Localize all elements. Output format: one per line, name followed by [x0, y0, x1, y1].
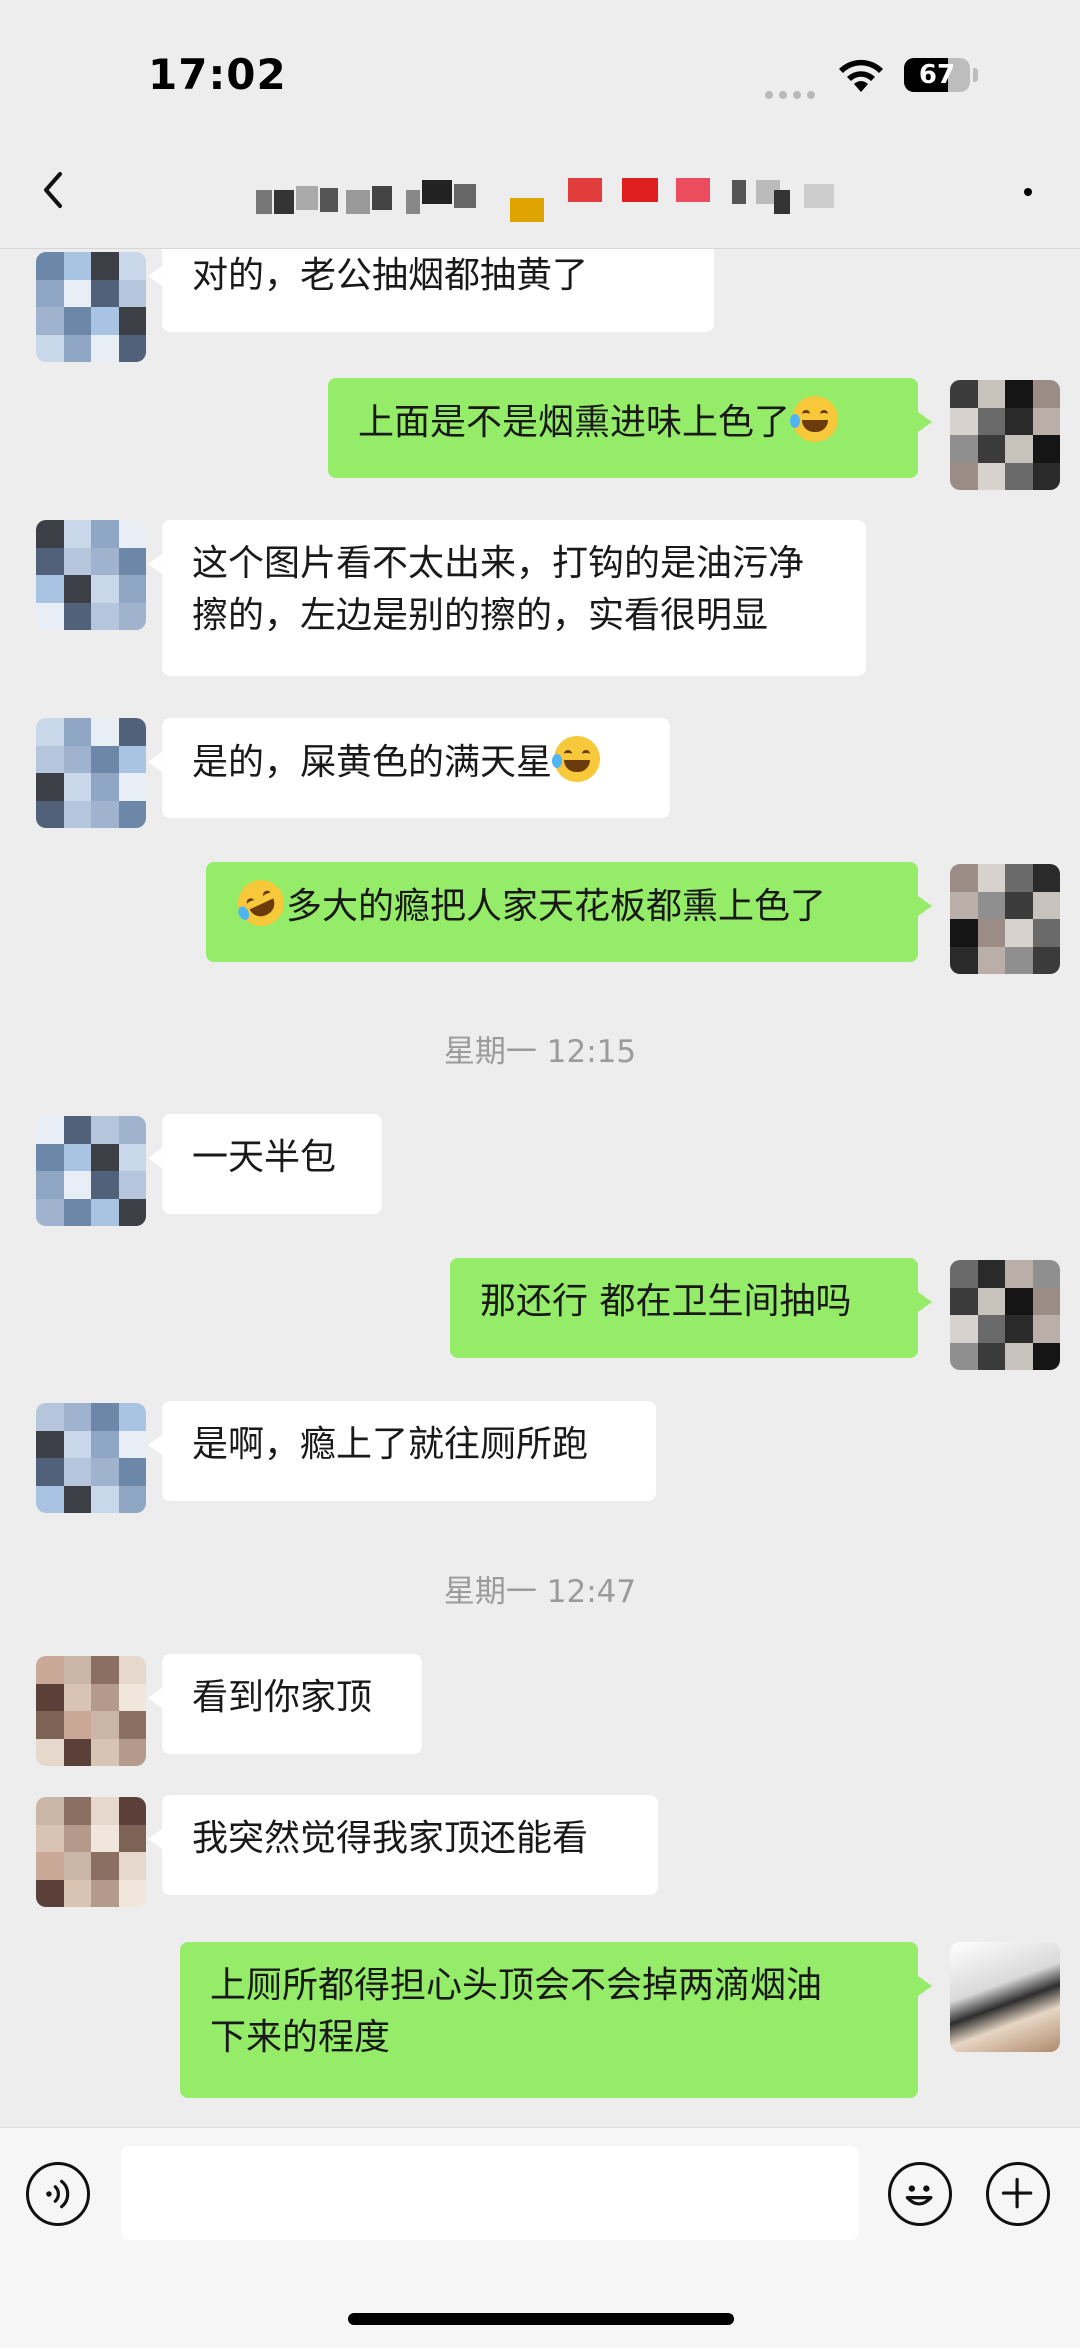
joy-emoji-icon	[790, 396, 839, 442]
avatar[interactable]	[950, 864, 1060, 974]
message-bubble[interactable]: 是的，屎黄色的满天星	[148, 718, 670, 818]
message-text: 上厕所都得担心头顶会不会掉两滴烟油 下来的程度	[210, 1965, 823, 2058]
message-text: 我突然觉得我家顶还能看	[192, 1818, 589, 1859]
wifi-icon	[839, 59, 883, 92]
message-text: 这个图片看不太出来，打钩的是油污净 擦的，左边是别的擦的，实看很明显	[192, 543, 805, 636]
message-bubble[interactable]: 多大的瘾把人家天花板都熏上色了	[206, 862, 932, 962]
message-text: 对的，老公抽烟都抽黄了	[192, 255, 589, 296]
plus-icon[interactable]	[986, 2162, 1050, 2226]
title-pixel-block	[372, 186, 392, 210]
cellular-signal-icon	[765, 84, 821, 103]
title-pixel-block	[454, 184, 476, 208]
title-pixel-block	[256, 190, 272, 214]
title-pixel-block	[568, 178, 602, 202]
status-time: 17:02	[148, 50, 287, 99]
title-pixel-block	[804, 184, 834, 208]
time-divider: 星期一 12:15	[443, 1034, 637, 1070]
title-pixel-block	[422, 180, 452, 204]
emoji-icon[interactable]	[888, 2162, 952, 2226]
avatar[interactable]	[950, 1260, 1060, 1370]
battery-icon: 67	[904, 58, 970, 92]
avatar[interactable]	[950, 380, 1060, 490]
message-bubble[interactable]: 一天半包	[148, 1114, 382, 1214]
message-bubble[interactable]: 这个图片看不太出来，打钩的是油污净 擦的，左边是别的擦的，实看很明显	[148, 520, 866, 676]
message-bubble[interactable]: 上面是不是烟熏进味上色了	[328, 378, 932, 478]
chat-message-list[interactable]: 对的，老公抽烟都抽黄了上面是不是烟熏进味上色了这个图片看不太出来，打钩的是油污净…	[0, 249, 1080, 2127]
title-pixel-block	[676, 178, 710, 202]
chevron-left-icon[interactable]	[34, 170, 74, 210]
title-pixel-block	[510, 198, 544, 222]
message-input[interactable]	[121, 2146, 859, 2240]
voice-icon[interactable]	[26, 2162, 90, 2226]
title-pixel-block	[622, 178, 658, 202]
message-bubble[interactable]: 那还行 都在卫生间抽吗	[450, 1258, 932, 1358]
title-pixel-block	[346, 190, 370, 214]
title-pixel-block	[406, 190, 420, 214]
avatar[interactable]	[36, 252, 146, 362]
title-pixel-block	[274, 190, 294, 214]
avatar[interactable]	[36, 520, 146, 630]
rofl-emoji-icon	[230, 872, 292, 934]
title-pixel-block	[320, 188, 338, 212]
avatar[interactable]	[36, 1116, 146, 1226]
message-text: 一天半包	[192, 1137, 337, 1178]
avatar[interactable]	[36, 1656, 146, 1766]
message-bubble[interactable]: 上厕所都得担心头顶会不会掉两滴烟油 下来的程度	[180, 1942, 932, 2098]
avatar[interactable]	[950, 1942, 1060, 2052]
message-bubble[interactable]: 是啊，瘾上了就往厕所跑	[148, 1401, 656, 1501]
message-text: 是的，屎黄色的满天星	[192, 742, 553, 783]
time-divider: 星期一 12:47	[443, 1574, 637, 1610]
message-text: 上面是不是烟熏进味上色了	[358, 402, 791, 443]
message-text: 看到你家顶	[192, 1677, 373, 1718]
message-text: 多大的瘾把人家天花板都熏上色了	[286, 886, 827, 927]
message-bubble[interactable]: 看到你家顶	[148, 1654, 422, 1754]
avatar[interactable]	[36, 1403, 146, 1513]
message-text: 那还行 都在卫生间抽吗	[480, 1281, 852, 1322]
battery-level: 67	[918, 60, 956, 90]
message-text: 是啊，瘾上了就往厕所跑	[192, 1424, 589, 1465]
message-bubble[interactable]: 对的，老公抽烟都抽黄了	[148, 249, 714, 332]
title-pixel-block	[296, 186, 318, 210]
avatar[interactable]	[36, 718, 146, 828]
chat-title-obscured	[256, 178, 846, 222]
title-pixel-block	[732, 180, 746, 204]
title-pixel-block	[774, 190, 790, 214]
battery-cap	[973, 68, 978, 82]
home-indicator	[348, 2313, 734, 2325]
joy-emoji-icon	[552, 736, 601, 782]
avatar[interactable]	[36, 1797, 146, 1907]
message-bubble[interactable]: 我突然觉得我家顶还能看	[148, 1795, 658, 1895]
more-dot-icon[interactable]	[1024, 188, 1032, 196]
